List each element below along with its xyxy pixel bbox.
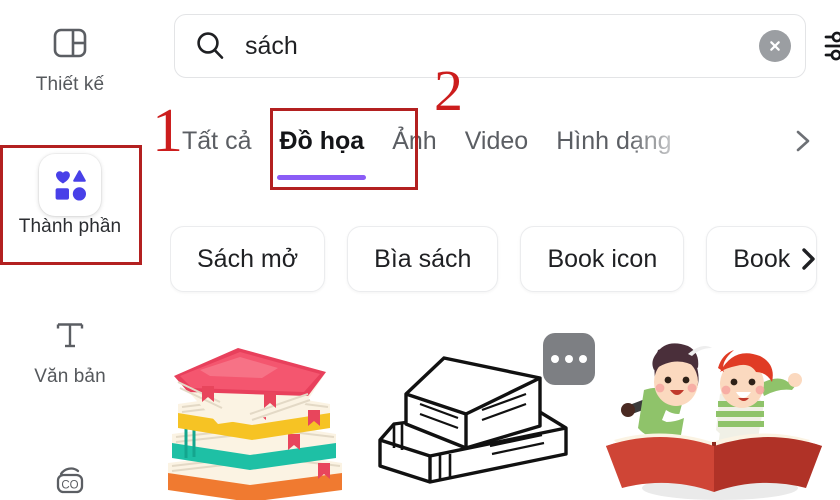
chip-label: Sách mở bbox=[197, 244, 299, 273]
chip-book-icon[interactable]: Book icon bbox=[520, 226, 685, 292]
tab-label: Hình dạng bbox=[556, 126, 672, 155]
clear-circle-x-icon bbox=[770, 41, 780, 51]
tabs-next-button[interactable] bbox=[786, 124, 820, 158]
tab-hinh-dang[interactable]: Hình dạng bbox=[542, 127, 685, 156]
tab-tat-ca[interactable]: Tất cả bbox=[168, 127, 265, 156]
result-stack-of-colorful-books[interactable] bbox=[158, 330, 348, 500]
tab-do-hoa[interactable]: Đồ họa bbox=[265, 126, 378, 180]
chip-bia-sach[interactable]: Bìa sách bbox=[347, 226, 499, 292]
active-tab-underline bbox=[277, 174, 367, 180]
category-tabs: Tất cả Đồ họa Ảnh Video Hình dạng bbox=[168, 118, 800, 180]
tab-label: Ảnh bbox=[392, 126, 437, 155]
dot-icon bbox=[565, 355, 573, 363]
search-icon bbox=[193, 29, 227, 63]
chevron-right-icon bbox=[796, 130, 810, 152]
sidebar-item-thiet-ke[interactable]: Thiết kế bbox=[0, 14, 140, 96]
suggestion-chips: Sách mở Bìa sách Book icon Book bbox=[170, 216, 840, 302]
chip-label: Book bbox=[733, 244, 791, 273]
chip-label: Book icon bbox=[547, 244, 658, 273]
dot-icon bbox=[579, 355, 587, 363]
elements-shapes-icon bbox=[39, 154, 101, 216]
content-co-icon: CO bbox=[46, 452, 94, 500]
tab-video[interactable]: Video bbox=[451, 127, 543, 156]
text-t-icon bbox=[48, 306, 92, 364]
filter-sliders-icon bbox=[824, 31, 840, 61]
clear-search-button[interactable] bbox=[759, 30, 791, 62]
sidebar-item-content[interactable]: CO bbox=[0, 452, 140, 500]
left-sidebar: Thiết kế Thành phần Văn bản CO bbox=[0, 0, 140, 500]
elements-shapes-icon-wrap bbox=[39, 154, 101, 216]
chips-next-button[interactable] bbox=[794, 244, 822, 274]
chevron-right-icon bbox=[802, 248, 815, 270]
svg-text:CO: CO bbox=[61, 480, 78, 492]
sidebar-item-label: Thành phần bbox=[18, 216, 122, 237]
result-two-kids-reading-open-book[interactable] bbox=[592, 328, 828, 500]
search-bar[interactable] bbox=[174, 14, 806, 78]
search-input[interactable] bbox=[243, 30, 759, 62]
filter-button[interactable] bbox=[822, 28, 840, 64]
sidebar-item-label: Thiết kế bbox=[35, 74, 105, 95]
chip-sach-mo[interactable]: Sách mở bbox=[170, 226, 326, 292]
sidebar-item-thanh-phan[interactable]: Thành phần bbox=[0, 154, 140, 238]
sidebar-item-label: Văn bản bbox=[34, 366, 106, 387]
canva-elements-search-screen: Thiết kế Thành phần Văn bản CO sách Tất … bbox=[0, 0, 840, 500]
tab-label: Tất cả bbox=[182, 126, 252, 155]
chip-label: Bìa sách bbox=[374, 244, 472, 273]
tab-anh[interactable]: Ảnh bbox=[378, 127, 450, 156]
sidebar-item-van-ban[interactable]: Văn bản bbox=[0, 306, 140, 388]
tab-label: Video bbox=[464, 126, 529, 155]
dot-icon bbox=[551, 355, 559, 363]
more-options-button[interactable] bbox=[543, 333, 595, 385]
main-panel: Tất cả Đồ họa Ảnh Video Hình dạng bbox=[140, 0, 840, 500]
layout-panels-icon bbox=[48, 14, 92, 72]
search-results-grid bbox=[140, 310, 840, 500]
tab-label: Đồ họa bbox=[279, 126, 365, 155]
